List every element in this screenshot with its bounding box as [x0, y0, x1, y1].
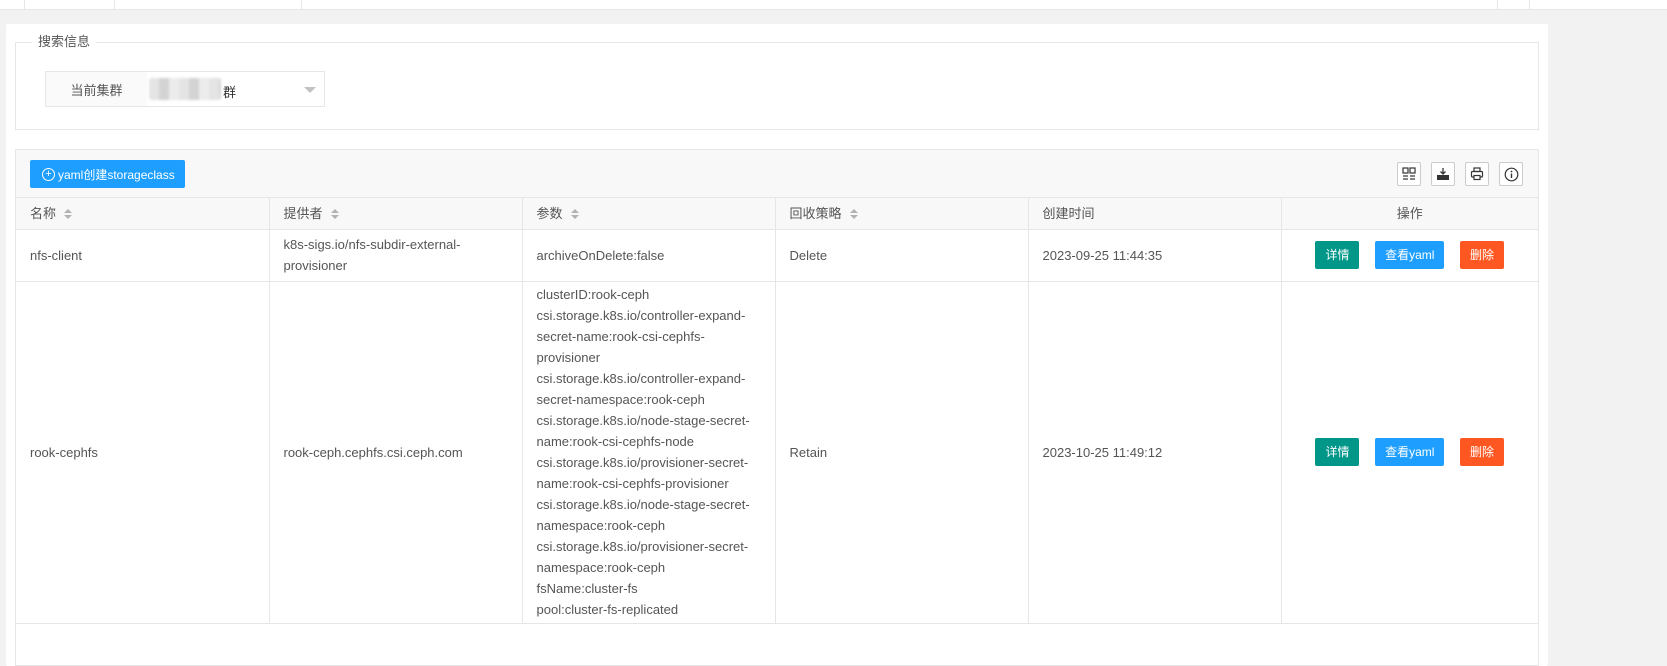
sort-icon[interactable]	[570, 208, 579, 220]
cell-params: clusterID:rook-ceph csi.storage.k8s.io/c…	[522, 281, 776, 624]
cell-actions: 详情 查看yaml 删除	[1281, 281, 1538, 624]
column-header-reclaim-policy[interactable]: 回收策略	[775, 198, 1029, 230]
cell-name: rook-cephfs	[16, 281, 270, 624]
storageclass-table-container: + yaml创建storageclass 名称 提供者 参数 回收策略 创建时间…	[15, 149, 1539, 666]
delete-button[interactable]: 删除	[1460, 241, 1505, 269]
sort-icon[interactable]	[330, 208, 339, 220]
main-panel: 搜索信息 当前集群 群 + yaml创建storageclass 名称 提供者 …	[6, 24, 1548, 666]
param-line: csi.storage.k8s.io/provisioner-secret-na…	[536, 455, 749, 491]
cell-name: nfs-client	[16, 229, 270, 282]
column-header-created: 创建时间	[1028, 198, 1282, 230]
cluster-select[interactable]: 群	[147, 71, 325, 107]
delete-button[interactable]: 删除	[1460, 438, 1505, 466]
detail-button[interactable]: 详情	[1315, 241, 1360, 269]
search-legend: 搜索信息	[32, 34, 97, 50]
detail-button[interactable]: 详情	[1315, 438, 1360, 466]
cell-provisioner: k8s-sigs.io/nfs-subdir-external-provisio…	[269, 229, 523, 282]
param-line: fsName:cluster-fs	[536, 581, 638, 596]
param-line: pool:cluster-fs-replicated	[536, 602, 679, 617]
column-header-actions: 操作	[1281, 198, 1538, 230]
param-line: csi.storage.k8s.io/node-stage-secret-nam…	[536, 497, 750, 533]
sort-icon[interactable]	[849, 208, 858, 220]
sort-icon[interactable]	[64, 208, 73, 220]
cluster-label: 当前集群	[45, 71, 148, 107]
param-line: csi.storage.k8s.io/node-stage-secret-nam…	[536, 413, 750, 449]
column-header-name[interactable]: 名称	[16, 198, 270, 230]
table-row: nfs-client k8s-sigs.io/nfs-subdir-extern…	[16, 229, 1538, 282]
param-line: archiveOnDelete:false	[536, 247, 665, 263]
cell-reclaim-policy: Delete	[775, 229, 1029, 282]
print-icon[interactable]	[1465, 162, 1489, 186]
search-fieldset: 搜索信息 当前集群 群	[15, 34, 1539, 130]
cell-created: 2023-09-25 11:44:35	[1028, 229, 1282, 282]
yaml-create-storageclass-button[interactable]: + yaml创建storageclass	[30, 160, 185, 188]
cell-actions: 详情 查看yaml 删除	[1281, 229, 1538, 282]
table-row: rook-cephfs rook-ceph.cephfs.csi.ceph.co…	[16, 281, 1538, 624]
plus-circle-icon: +	[42, 167, 55, 181]
cell-provisioner: rook-ceph.cephfs.csi.ceph.com	[269, 281, 523, 624]
chevron-down-icon	[304, 87, 316, 93]
param-line: csi.storage.k8s.io/controller-expand-sec…	[536, 308, 746, 365]
info-icon[interactable]	[1499, 162, 1523, 186]
tab-divider	[24, 0, 25, 10]
tab-divider	[1529, 0, 1530, 10]
param-line: csi.storage.k8s.io/provisioner-secret-na…	[536, 539, 749, 575]
cluster-select-value: 群	[223, 85, 237, 100]
column-header-provisioner[interactable]: 提供者	[269, 198, 523, 230]
columns-icon[interactable]	[1397, 162, 1421, 186]
tab-divider	[1497, 0, 1498, 10]
view-yaml-button[interactable]: 查看yaml	[1375, 241, 1445, 269]
tab-divider	[301, 0, 302, 10]
export-icon[interactable]	[1431, 162, 1455, 186]
param-line: csi.storage.k8s.io/controller-expand-sec…	[536, 371, 746, 407]
tab-divider	[114, 0, 115, 10]
table-header-row: 名称 提供者 参数 回收策略 创建时间 操作	[16, 198, 1538, 230]
cell-created: 2023-10-25 11:49:12	[1028, 281, 1282, 624]
column-header-params[interactable]: 参数	[522, 198, 776, 230]
cell-reclaim-policy: Retain	[775, 281, 1029, 624]
param-line: clusterID:rook-ceph	[536, 287, 650, 302]
table-toolbar: + yaml创建storageclass	[16, 150, 1538, 198]
cell-params: archiveOnDelete:false	[522, 229, 776, 282]
create-button-label: yaml创建storageclass	[58, 167, 175, 182]
view-yaml-button[interactable]: 查看yaml	[1375, 438, 1445, 466]
storageclass-table: 名称 提供者 参数 回收策略 创建时间 操作 nfs-client k8s-si…	[16, 198, 1538, 624]
top-tab-bar	[0, 0, 1667, 10]
redacted-cluster-name	[149, 78, 221, 100]
